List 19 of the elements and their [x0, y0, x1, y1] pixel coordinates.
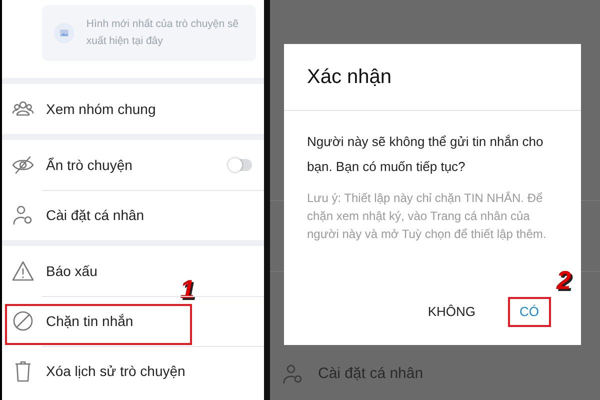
menu-item-label: Cài đặt cá nhân: [318, 364, 424, 384]
menu-item[interactable]: Báo xấu: [46, 260, 98, 282]
menu-item[interactable]: Chặn tin nhắn: [46, 310, 134, 332]
step-number: 1: [180, 276, 194, 302]
step-number: 2: [556, 267, 571, 293]
menu-item[interactable]: Ẩn trò chuyện: [46, 154, 132, 176]
dialog-message: Người này sẽ không thể gửi tin nhắn cho bạn. Bạn có muốn tiếp tục?: [307, 133, 544, 176]
toggle-switch[interactable]: [228, 159, 252, 171]
hidden-eye-icon: [12, 154, 34, 176]
dialog-note: Lưu ý: Thiết lập này chỉ chặn TIN NHẮN. Để chặn xem nhật ký, vào Trang cá nhân của người này và mở Tuỳ chọn để thiết lập thêm.: [307, 190, 548, 243]
dialog-button[interactable]: KHÔNG: [416, 297, 488, 327]
dialog-button[interactable]: CÓ: [508, 297, 551, 327]
menu-item[interactable]: Cài đặt cá nhân: [46, 204, 144, 226]
block-icon: [12, 310, 34, 332]
menu-item[interactable]: Xem nhóm chung: [46, 98, 156, 120]
dialog-title: Xác nhận: [307, 65, 392, 90]
menu-item[interactable]: Xóa lịch sử trò chuyện: [46, 360, 186, 382]
placeholder-text: Hình mới nhất của trò chuyện sẽ xuất hiện tại đây: [86, 17, 240, 49]
warning-icon: [12, 260, 34, 282]
